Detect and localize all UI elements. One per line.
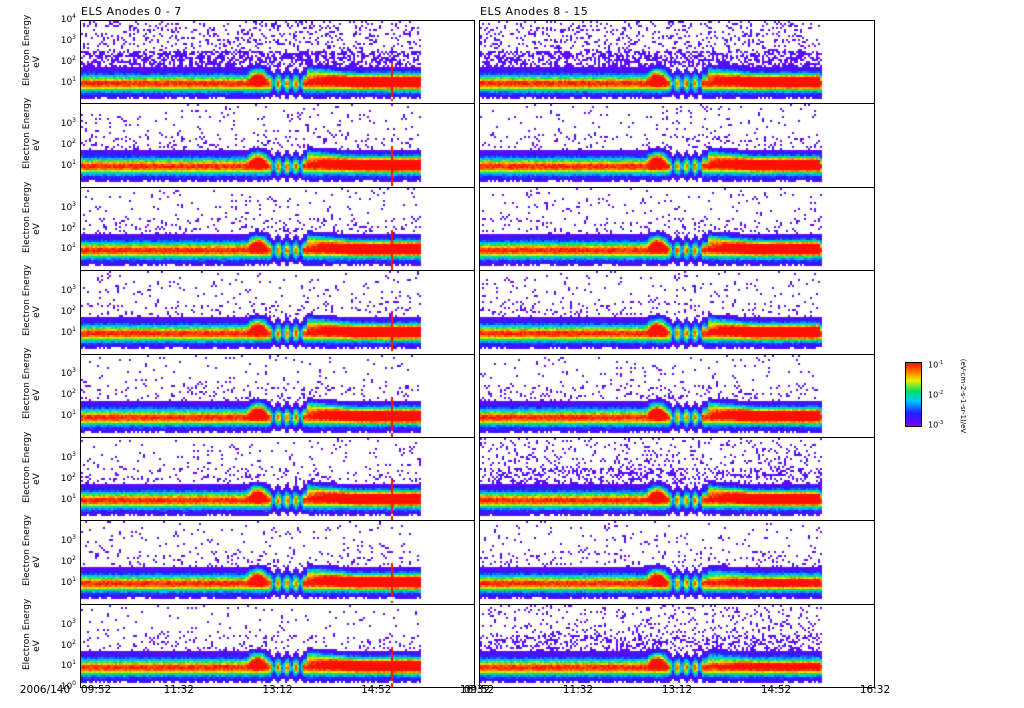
spectrogram-panel bbox=[80, 103, 475, 188]
x-date-label: 2006/140 bbox=[19, 684, 71, 696]
spectrogram-panel bbox=[479, 103, 875, 188]
spectrogram-panel bbox=[479, 520, 875, 605]
spectrogram-panel bbox=[479, 437, 875, 522]
colorbar-tick: 10-3 bbox=[928, 420, 944, 430]
y-axis-title: Electron Energy bbox=[22, 514, 32, 587]
y-tick-label: 103 bbox=[60, 117, 76, 130]
spectrogram-panel bbox=[479, 186, 875, 272]
x-tick-label: 13:12 bbox=[661, 684, 693, 696]
spectrogram-image bbox=[81, 604, 474, 687]
spectrogram-panel bbox=[80, 186, 475, 272]
y-tick-label: 102 bbox=[60, 388, 76, 401]
spectrogram-image bbox=[480, 604, 874, 687]
x-tick-label: 11:32 bbox=[163, 684, 194, 696]
y-axis-title: Electron Energy bbox=[22, 181, 32, 253]
y-tick-label: 102 bbox=[60, 304, 76, 317]
y-axis-unit: eV bbox=[32, 222, 42, 235]
y-tick-label: 103 bbox=[60, 367, 76, 380]
y-axis-title: Electron Energy bbox=[22, 431, 32, 503]
spectrogram-image bbox=[480, 21, 874, 103]
spectrogram-panel bbox=[80, 603, 475, 689]
x-tick-label: 16:32 bbox=[859, 684, 891, 696]
y-tick-label: 101 bbox=[60, 575, 76, 588]
y-axis-unit: eV bbox=[32, 306, 42, 318]
y-axis-label: Electron Energy eV bbox=[22, 97, 42, 170]
y-axis-title: Electron Energy bbox=[22, 348, 32, 420]
x-tick-label: 11:32 bbox=[562, 684, 594, 696]
y-axis-label: Electron Energy eV bbox=[22, 14, 42, 86]
spectrogram-image bbox=[81, 21, 474, 103]
y-axis-label: Electron Energy eV bbox=[22, 598, 42, 670]
y-tick-label: 101 bbox=[60, 325, 76, 338]
spectrogram-image bbox=[480, 104, 874, 187]
y-tick-label: 102 bbox=[60, 54, 76, 67]
colorbar bbox=[905, 362, 922, 427]
x-tick-label: 09:52 bbox=[81, 684, 112, 696]
y-tick-label: 101 bbox=[60, 158, 76, 171]
y-tick-label: 101 bbox=[60, 242, 76, 255]
y-axis-unit: eV bbox=[32, 389, 42, 402]
spectrogram-panel bbox=[80, 270, 475, 355]
spectrogram-image bbox=[480, 438, 874, 520]
y-tick-label: 103 bbox=[60, 200, 76, 213]
y-tick-label: 102 bbox=[60, 638, 76, 651]
spectrogram-image bbox=[81, 104, 474, 187]
x-tick-label: 14:52 bbox=[361, 684, 392, 696]
title-left: ELS Anodes 0 - 7 bbox=[81, 5, 182, 18]
spectrogram-image bbox=[480, 354, 874, 437]
y-axis-unit: eV bbox=[32, 556, 42, 568]
spectrogram-panel bbox=[479, 603, 875, 689]
y-axis-unit: eV bbox=[32, 472, 42, 485]
y-axis-label: Electron Energy eV bbox=[22, 264, 42, 336]
y-axis-title: Electron Energy bbox=[22, 598, 32, 670]
spectrogram-image bbox=[81, 354, 474, 437]
spectrogram-image bbox=[81, 521, 474, 604]
y-tick-label: 101 bbox=[60, 75, 76, 88]
spectrogram-image bbox=[81, 187, 474, 270]
y-axis-title: Electron Energy bbox=[22, 97, 32, 170]
y-axis-label: Electron Energy eV bbox=[22, 181, 42, 253]
spectrogram-panel bbox=[479, 353, 875, 438]
y-tick-label: 102 bbox=[60, 221, 76, 234]
y-axis-label: Electron Energy eV bbox=[22, 514, 42, 587]
y-tick-label: 102 bbox=[60, 471, 76, 484]
title-right: ELS Anodes 8 - 15 bbox=[480, 5, 589, 18]
colorbar-unit: (eV-cm-2-s-1-sr-1)/eV bbox=[959, 358, 967, 434]
spectrogram-panel bbox=[80, 353, 475, 438]
y-axis-unit: eV bbox=[32, 639, 42, 652]
y-axis-label: Electron Energy eV bbox=[22, 431, 42, 503]
colorbar-tick: 10-2 bbox=[928, 390, 944, 400]
y-axis-unit: eV bbox=[32, 139, 42, 151]
spectrogram-panel bbox=[479, 270, 875, 355]
y-axis-label: Electron Energy eV bbox=[22, 348, 42, 420]
spectrogram-image bbox=[480, 187, 874, 270]
colorbar-tick: 10-1 bbox=[928, 360, 944, 370]
y-tick-label: 103 bbox=[60, 284, 76, 297]
y-tick-label: 103 bbox=[60, 534, 76, 547]
spectrogram-image bbox=[480, 271, 874, 354]
y-axis-unit: eV bbox=[32, 55, 42, 68]
y-tick-label: 102 bbox=[60, 555, 76, 568]
y-tick-label: 104 bbox=[60, 13, 76, 25]
y-tick-label: 103 bbox=[60, 33, 76, 46]
y-tick-label: 101 bbox=[60, 409, 76, 422]
spectrogram-image bbox=[480, 521, 874, 604]
spectrogram-panel bbox=[80, 437, 475, 522]
y-tick-label: 102 bbox=[60, 138, 76, 151]
y-axis-title: Electron Energy bbox=[22, 264, 32, 336]
x-tick-label: 14:52 bbox=[760, 684, 792, 696]
x-tick-label: 13:12 bbox=[262, 684, 293, 696]
y-tick-label: 101 bbox=[60, 659, 76, 672]
y-tick-label: 103 bbox=[60, 450, 76, 463]
spectrogram-panel bbox=[80, 20, 475, 105]
x-tick-label: 09:52 bbox=[463, 684, 495, 696]
y-tick-label: 101 bbox=[60, 492, 76, 505]
spectrogram-panel bbox=[479, 20, 875, 105]
spectrogram-image bbox=[81, 271, 474, 354]
y-axis-title: Electron Energy bbox=[22, 14, 32, 86]
y-tick-label: 103 bbox=[60, 617, 76, 630]
spectrogram-image bbox=[81, 438, 474, 520]
spectrogram-panel bbox=[80, 520, 475, 605]
